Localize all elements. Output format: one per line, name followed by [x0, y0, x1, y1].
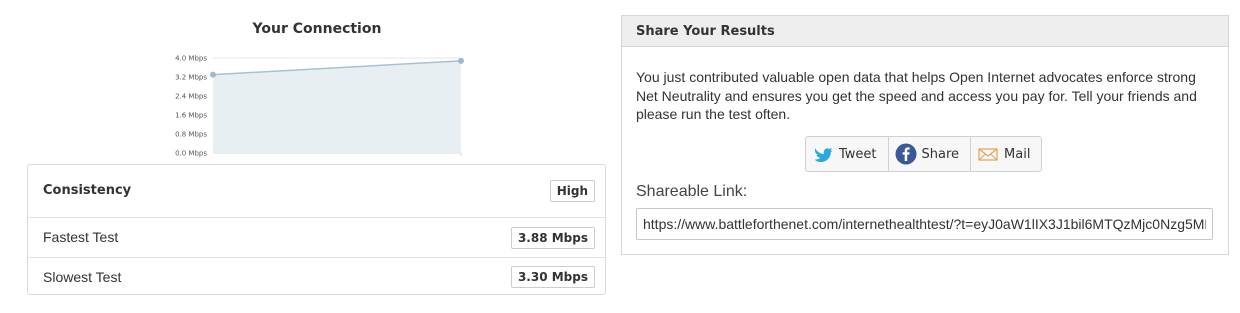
stats-panel: Consistency High Fastest Test 3.88 Mbps … — [27, 164, 606, 295]
tweet-button-label: Tweet — [839, 146, 877, 162]
slowest-test-row: Slowest Test 3.30 Mbps — [28, 257, 605, 295]
connection-chart: 0.0 Mbps 0.8 Mbps 1.6 Mbps 2.4 Mbps 3.2 Mbps… — [175, 55, 464, 158]
shareable-link-field[interactable] — [636, 208, 1213, 240]
mail-button[interactable]: Mail — [971, 137, 1041, 171]
series-area — [213, 60, 461, 153]
facebook-share-button[interactable]: Share — [889, 137, 972, 171]
share-message: You just contributed valuable open data … — [636, 69, 1197, 122]
facebook-icon — [895, 143, 917, 165]
y-tick-label: 4.0 Mbps — [175, 55, 207, 63]
fastest-test-row: Fastest Test 3.88 Mbps — [28, 217, 605, 257]
chart-title: Your Connection — [252, 21, 382, 37]
fastest-test-label: Fastest Test — [43, 229, 119, 245]
data-point — [210, 71, 216, 78]
mail-button-label: Mail — [1004, 146, 1031, 162]
fastest-test-value: 3.88 Mbps — [510, 227, 595, 249]
shareable-link-label: Shareable Link: — [636, 183, 748, 200]
y-tick-label: 2.4 Mbps — [175, 93, 207, 101]
slowest-test-value: 3.30 Mbps — [510, 266, 595, 288]
connection-section: Your Connection 0.0 Mbps 0.8 Mbps 1.6 Mbps… — [27, 0, 607, 313]
consistency-label: Consistency — [43, 183, 132, 198]
tweet-button[interactable]: Tweet — [806, 137, 889, 171]
share-button-label: Share — [921, 146, 960, 162]
y-tick-label: 0.0 Mbps — [175, 150, 207, 158]
share-panel: Share Your Results You just contributed … — [621, 15, 1229, 255]
consistency-row: Consistency High — [28, 165, 605, 217]
twitter-icon — [814, 148, 833, 162]
slowest-test-label: Slowest Test — [43, 269, 122, 285]
y-tick-label: 1.6 Mbps — [175, 112, 207, 120]
mail-icon — [978, 148, 998, 161]
share-panel-header: Share Your Results — [622, 16, 1228, 47]
data-point — [458, 57, 464, 64]
share-buttons: Tweet Share Mail — [805, 136, 1043, 172]
y-tick-label: 0.8 Mbps — [175, 131, 207, 139]
y-tick-label: 3.2 Mbps — [175, 74, 207, 82]
consistency-badge: High — [549, 180, 595, 202]
